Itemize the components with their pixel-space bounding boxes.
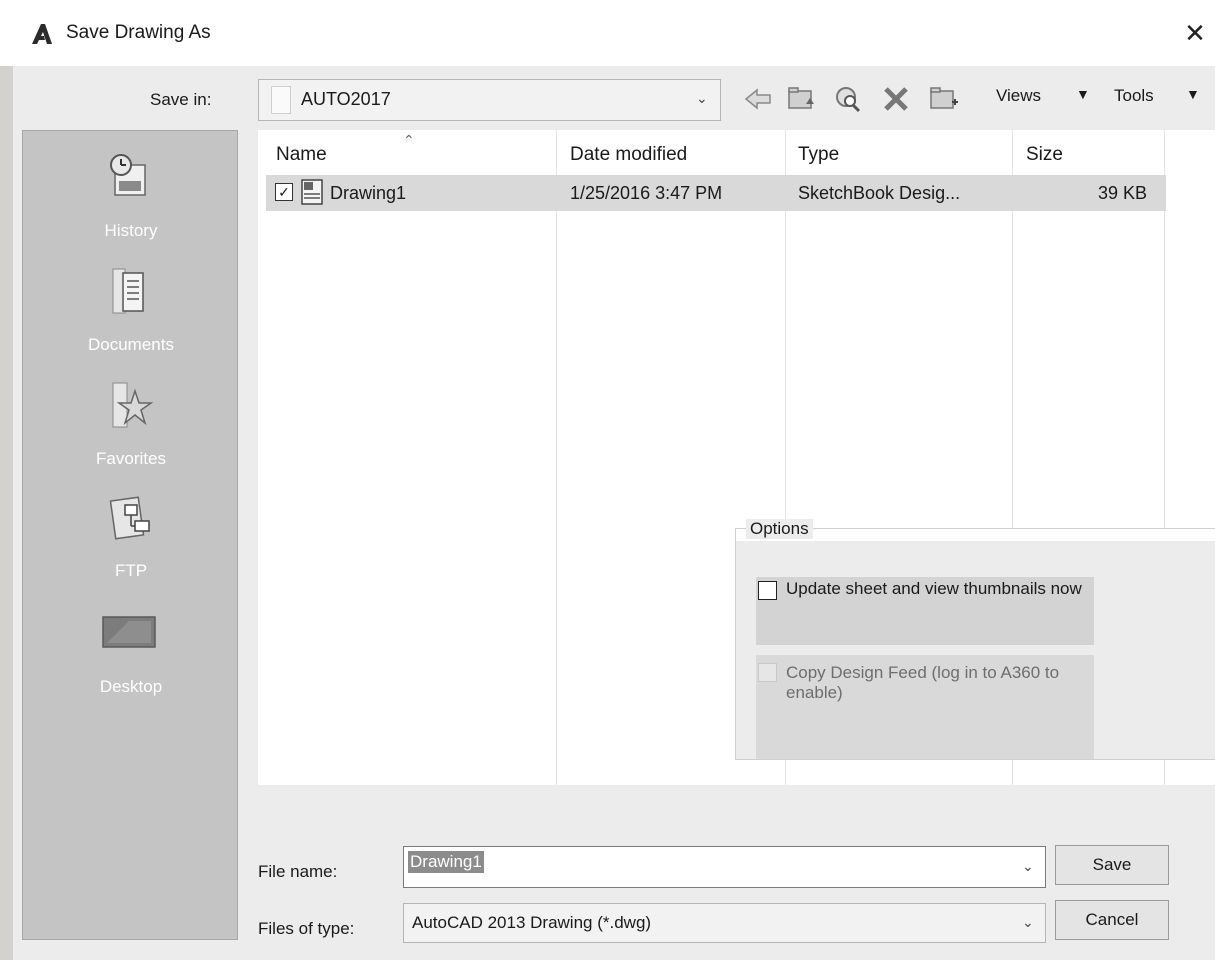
documents-icon: [112, 268, 144, 314]
place-label: FTP: [114, 561, 148, 580]
sort-ascending-icon: ⌃: [403, 132, 415, 148]
update-thumbnails-option[interactable]: Update sheet and view thumbnails now: [756, 577, 1094, 645]
back-icon[interactable]: [742, 84, 774, 114]
file-type-dropdown[interactable]: AutoCAD 2013 Drawing (*.dwg) ⌄: [403, 903, 1046, 943]
table-row[interactable]: ✓ Drawing1 1/25/2016 3:47 PM SketchBook …: [266, 175, 1166, 211]
file-name-cell: Drawing1: [330, 183, 407, 203]
column-header-name[interactable]: Name: [276, 144, 327, 166]
tools-caret-icon[interactable]: ▼: [1186, 86, 1200, 102]
place-label: Documents: [88, 335, 174, 354]
desktop-icon: [102, 616, 156, 648]
delete-icon[interactable]: [880, 84, 912, 114]
copy-design-feed-checkbox: [758, 663, 777, 682]
window-title: Save Drawing As: [66, 22, 211, 43]
column-header-date[interactable]: Date modified: [570, 144, 687, 166]
close-button[interactable]: ✕: [1180, 16, 1210, 50]
views-menu-button[interactable]: Views: [996, 86, 1041, 106]
save-button[interactable]: Save: [1055, 845, 1169, 885]
file-type-value: AutoCAD 2013 Drawing (*.dwg): [412, 913, 652, 932]
favorites-icon: [112, 382, 154, 428]
copy-design-feed-option: Copy Design Feed (log in to A360 to enab…: [756, 655, 1094, 759]
place-desktop[interactable]: Desktop: [23, 599, 239, 709]
places-bar: History Documents Favorites FTP Desktop: [22, 130, 238, 940]
file-type-cell: SketchBook Desig...: [798, 183, 961, 203]
file-type-label: Files of type:: [258, 919, 355, 938]
ftp-icon: [109, 496, 150, 540]
drawing-file-icon: [301, 179, 323, 205]
views-caret-icon[interactable]: ▼: [1076, 86, 1090, 102]
tools-menu-button[interactable]: Tools: [1114, 86, 1154, 106]
place-favorites[interactable]: Favorites: [23, 371, 239, 481]
place-label: Favorites: [96, 449, 166, 468]
file-name-value: Drawing1: [408, 851, 484, 873]
update-thumbnails-label: Update sheet and view thumbnails now: [786, 579, 1082, 598]
file-name-input[interactable]: Drawing1 ⌄: [403, 846, 1046, 888]
cancel-button[interactable]: Cancel: [1055, 900, 1169, 940]
column-header-size[interactable]: Size: [1026, 144, 1063, 166]
file-name-label: File name:: [258, 862, 338, 881]
window-frame: [0, 66, 13, 960]
save-in-value: AUTO2017: [301, 89, 391, 109]
options-legend: Options: [746, 519, 813, 539]
place-documents[interactable]: Documents: [23, 257, 239, 367]
file-date-cell: 1/25/2016 3:47 PM: [570, 183, 723, 203]
copy-design-feed-label: Copy Design Feed (log in to A360 to enab…: [786, 663, 1060, 702]
chevron-down-icon[interactable]: ⌄: [1022, 858, 1034, 875]
folder-icon: [271, 86, 291, 114]
place-history[interactable]: History: [23, 143, 239, 253]
update-thumbnails-checkbox[interactable]: [758, 581, 777, 600]
search-web-icon[interactable]: [832, 84, 864, 114]
up-folder-icon[interactable]: [786, 84, 818, 114]
column-header-type[interactable]: Type: [798, 144, 839, 166]
place-label: History: [104, 221, 158, 240]
place-label: Desktop: [99, 677, 163, 696]
save-in-dropdown[interactable]: AUTO2017 ⌄: [258, 79, 721, 121]
chevron-down-icon[interactable]: ⌄: [1022, 914, 1034, 931]
chevron-down-icon: ⌄: [696, 90, 708, 106]
title-bar: Save Drawing As ✕: [0, 0, 1215, 66]
file-size-cell: 39 KB: [1098, 183, 1148, 203]
history-icon: [110, 154, 146, 196]
place-ftp[interactable]: FTP: [23, 483, 239, 593]
new-folder-icon[interactable]: [928, 84, 960, 114]
options-group: Options Update sheet and view thumbnails…: [735, 519, 1215, 760]
column-divider: [556, 130, 557, 785]
autocad-logo-icon: [32, 24, 52, 44]
save-in-label: Save in:: [150, 90, 212, 109]
row-checkbox[interactable]: ✓: [275, 183, 293, 201]
